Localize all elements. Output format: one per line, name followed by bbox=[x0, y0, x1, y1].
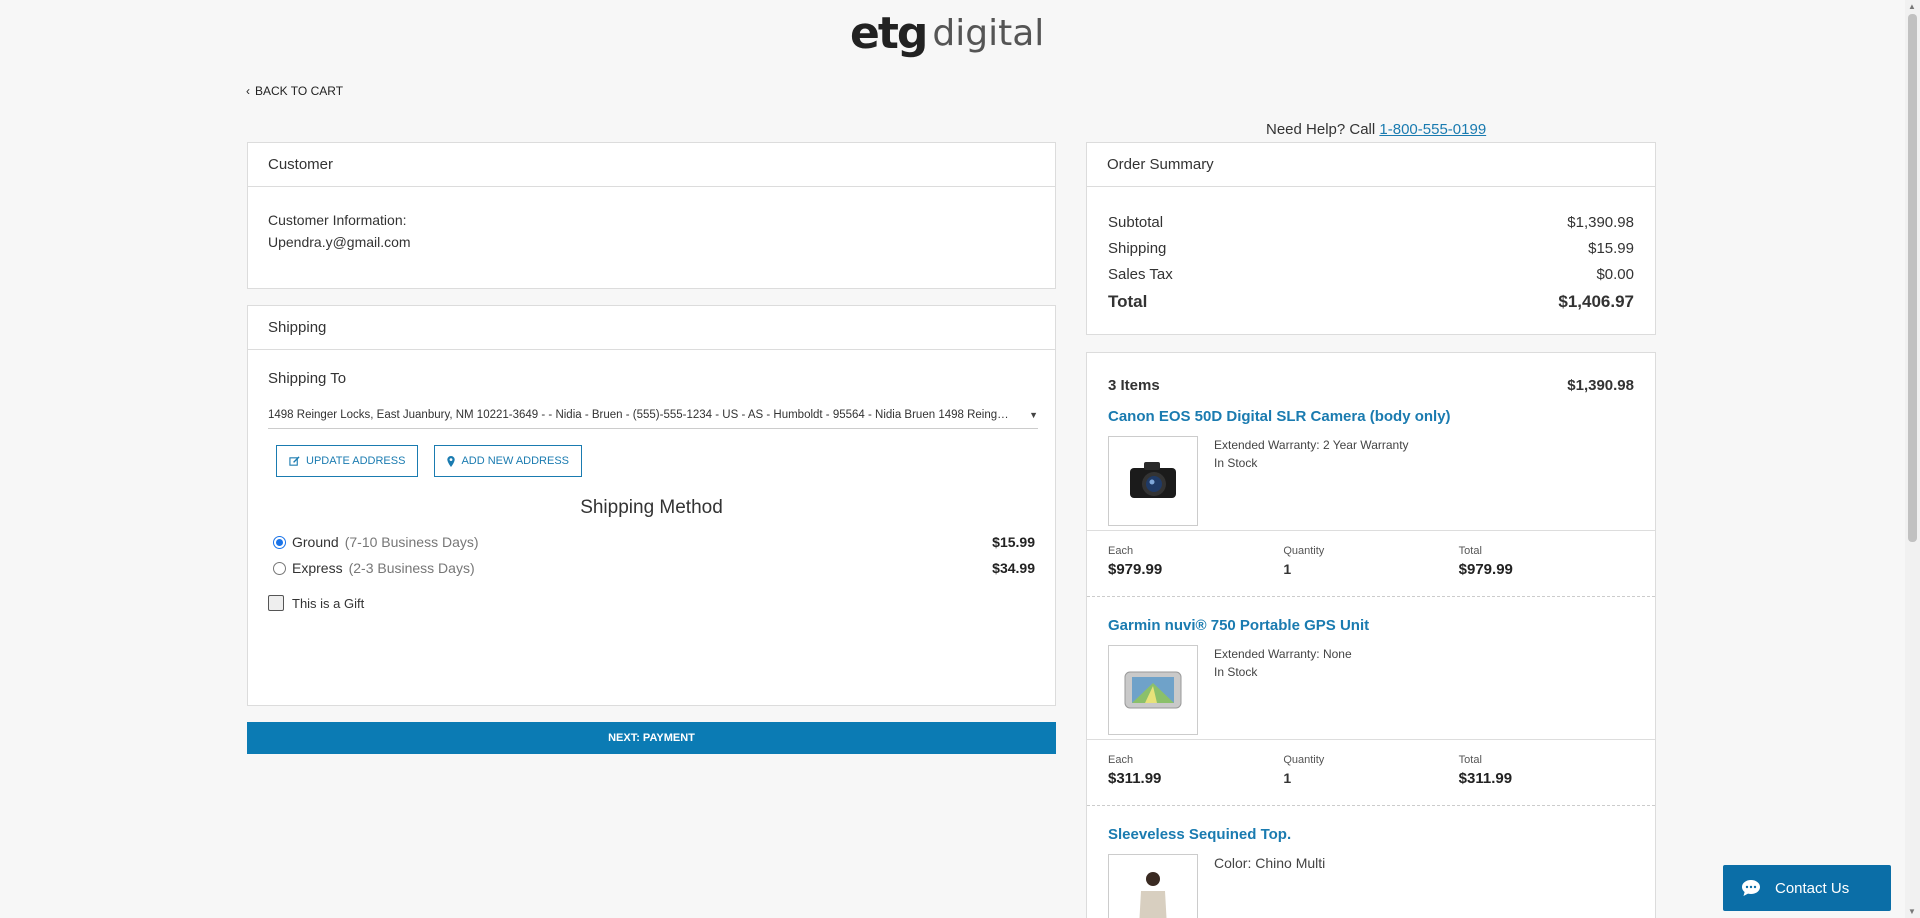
selected-address: 1498 Reinger Locks, East Juanbury, NM 10… bbox=[268, 408, 1013, 421]
scroll-down-arrow-icon[interactable]: ▼ bbox=[1908, 907, 1916, 916]
total-row: Total $1,406.97 bbox=[1108, 287, 1634, 317]
item-title-link[interactable]: Garmin nuvi® 750 Portable GPS Unit bbox=[1087, 617, 1655, 639]
total-value: $1,406.97 bbox=[1558, 292, 1634, 311]
top-image[interactable] bbox=[1108, 854, 1198, 918]
quantity-label: Quantity bbox=[1283, 545, 1325, 557]
chat-bubble-icon bbox=[1742, 880, 1760, 896]
back-to-cart-label: BACK TO CART bbox=[255, 84, 344, 98]
line-total: $311.99 bbox=[1458, 770, 1513, 787]
gps-image[interactable] bbox=[1108, 645, 1198, 735]
gift-option[interactable]: This is a Gift bbox=[268, 595, 1035, 611]
express-radio[interactable] bbox=[273, 561, 286, 575]
customer-info-label: Customer Information: bbox=[268, 212, 407, 228]
order-summary-panel: Order Summary Subtotal $1,390.98 Shippin… bbox=[1086, 142, 1656, 335]
scrollbar-thumb[interactable] bbox=[1908, 14, 1917, 542]
shipping-method-ground[interactable]: Ground (7-10 Business Days) $15.99 bbox=[268, 529, 1035, 555]
help-text: Need Help? Call 1-800-555-0199 bbox=[1266, 121, 1486, 138]
each-label: Each bbox=[1108, 545, 1134, 557]
contact-us-chat-button[interactable]: Contact Us bbox=[1723, 865, 1891, 911]
item-color: Color: Chino Multi bbox=[1214, 855, 1326, 871]
shipping-panel: Shipping Shipping To 1498 Reinger Locks,… bbox=[247, 305, 1056, 706]
line-total: $979.99 bbox=[1458, 561, 1513, 578]
ground-price: $15.99 bbox=[992, 534, 1035, 550]
items-count: 3 Items bbox=[1108, 377, 1160, 394]
sales-tax-label: Sales Tax bbox=[1108, 265, 1173, 283]
customer-panel: Customer Customer Information: Upendra.y… bbox=[247, 142, 1056, 289]
each-label: Each bbox=[1108, 754, 1134, 766]
each-price: $979.99 bbox=[1108, 561, 1163, 578]
cart-items-panel: 3 Items $1,390.98 Canon EOS 50D Digital … bbox=[1086, 352, 1656, 918]
total-label: Total bbox=[1108, 292, 1148, 311]
line-total-label: Total bbox=[1458, 545, 1482, 557]
item-stock: In Stock bbox=[1214, 665, 1258, 679]
order-summary-title: Order Summary bbox=[1087, 143, 1655, 187]
ground-detail: (7-10 Business Days) bbox=[344, 534, 479, 550]
shipping-method-express[interactable]: Express (2-3 Business Days) $34.99 bbox=[268, 555, 1035, 581]
clothing-icon bbox=[1139, 872, 1167, 918]
item-title-link[interactable]: Sleeveless Sequined Top. bbox=[1087, 826, 1655, 848]
item-stock: In Stock bbox=[1214, 456, 1258, 470]
customer-panel-title: Customer bbox=[248, 143, 1055, 187]
express-detail: (2-3 Business Days) bbox=[348, 560, 475, 576]
camera-image[interactable] bbox=[1108, 436, 1198, 526]
quantity-label: Quantity bbox=[1283, 754, 1325, 766]
shipping-to-label: Shipping To bbox=[268, 370, 347, 387]
logo-main: etg bbox=[850, 7, 928, 59]
etg-digital-logo[interactable]: etg digital bbox=[850, 7, 1044, 59]
shipping-address-select[interactable]: 1498 Reinger Locks, East Juanbury, NM 10… bbox=[268, 401, 1038, 429]
next-payment-button[interactable]: NEXT: PAYMENT bbox=[247, 722, 1056, 754]
add-new-address-label: ADD NEW ADDRESS bbox=[461, 455, 570, 467]
items-subtotal: $1,390.98 bbox=[1567, 377, 1634, 394]
sales-tax-row: Sales Tax $0.00 bbox=[1108, 261, 1634, 287]
list-item: Garmin nuvi® 750 Portable GPS Unit Exten… bbox=[1087, 617, 1655, 806]
caret-down-icon: ▼ bbox=[1029, 409, 1038, 420]
item-warranty: Extended Warranty: 2 Year Warranty bbox=[1214, 438, 1409, 452]
gps-device-icon bbox=[1124, 671, 1182, 709]
gift-label: This is a Gift bbox=[292, 595, 365, 611]
help-phone-link[interactable]: 1-800-555-0199 bbox=[1379, 121, 1486, 138]
each-price: $311.99 bbox=[1108, 770, 1162, 787]
help-prefix: Need Help? Call bbox=[1266, 121, 1380, 138]
shipping-method-title: Shipping Method bbox=[580, 497, 723, 518]
scroll-up-arrow-icon[interactable]: ▲ bbox=[1908, 2, 1916, 11]
shipping-panel-title: Shipping bbox=[248, 306, 1055, 350]
item-totals: Each $979.99 Quantity 1 Total $979.99 bbox=[1087, 530, 1655, 596]
subtotal-label: Subtotal bbox=[1108, 213, 1164, 231]
item-totals: Each $311.99 Quantity 1 Total $311.99 bbox=[1087, 739, 1655, 805]
update-address-button[interactable]: UPDATE ADDRESS bbox=[276, 445, 419, 477]
map-pin-icon bbox=[447, 455, 456, 467]
chevron-left-icon: ‹ bbox=[246, 84, 250, 98]
express-name: Express bbox=[292, 560, 343, 576]
update-address-label: UPDATE ADDRESS bbox=[306, 455, 406, 467]
gift-checkbox[interactable] bbox=[268, 595, 284, 611]
list-item: Sleeveless Sequined Top. Color: Chino Mu… bbox=[1087, 826, 1655, 918]
line-total-label: Total bbox=[1458, 754, 1482, 766]
item-title-link[interactable]: Canon EOS 50D Digital SLR Camera (body o… bbox=[1087, 408, 1655, 430]
camera-icon bbox=[1130, 462, 1176, 498]
logo-sub: digital bbox=[932, 12, 1045, 54]
list-item: Canon EOS 50D Digital SLR Camera (body o… bbox=[1087, 408, 1655, 597]
sales-tax-value: $0.00 bbox=[1596, 265, 1634, 283]
quantity-value: 1 bbox=[1283, 561, 1292, 577]
customer-email: Upendra.y@gmail.com bbox=[268, 234, 411, 250]
contact-us-label: Contact Us bbox=[1775, 879, 1850, 897]
items-header: 3 Items $1,390.98 bbox=[1087, 353, 1655, 404]
ground-name: Ground bbox=[292, 534, 339, 550]
edit-icon bbox=[289, 455, 300, 466]
subtotal-row: Subtotal $1,390.98 bbox=[1108, 209, 1634, 235]
item-warranty: Extended Warranty: None bbox=[1214, 647, 1352, 661]
express-price: $34.99 bbox=[992, 560, 1035, 576]
shipping-label: Shipping bbox=[1108, 239, 1167, 257]
ground-radio[interactable] bbox=[273, 535, 286, 549]
subtotal-value: $1,390.98 bbox=[1567, 213, 1634, 231]
page-scrollbar[interactable]: ▲ ▼ bbox=[1905, 0, 1920, 918]
shipping-value: $15.99 bbox=[1588, 239, 1634, 257]
quantity-value: 1 bbox=[1283, 770, 1292, 786]
shipping-row: Shipping $15.99 bbox=[1108, 235, 1634, 261]
add-new-address-button[interactable]: ADD NEW ADDRESS bbox=[434, 445, 583, 477]
back-to-cart-link[interactable]: ‹ BACK TO CART bbox=[246, 84, 343, 98]
